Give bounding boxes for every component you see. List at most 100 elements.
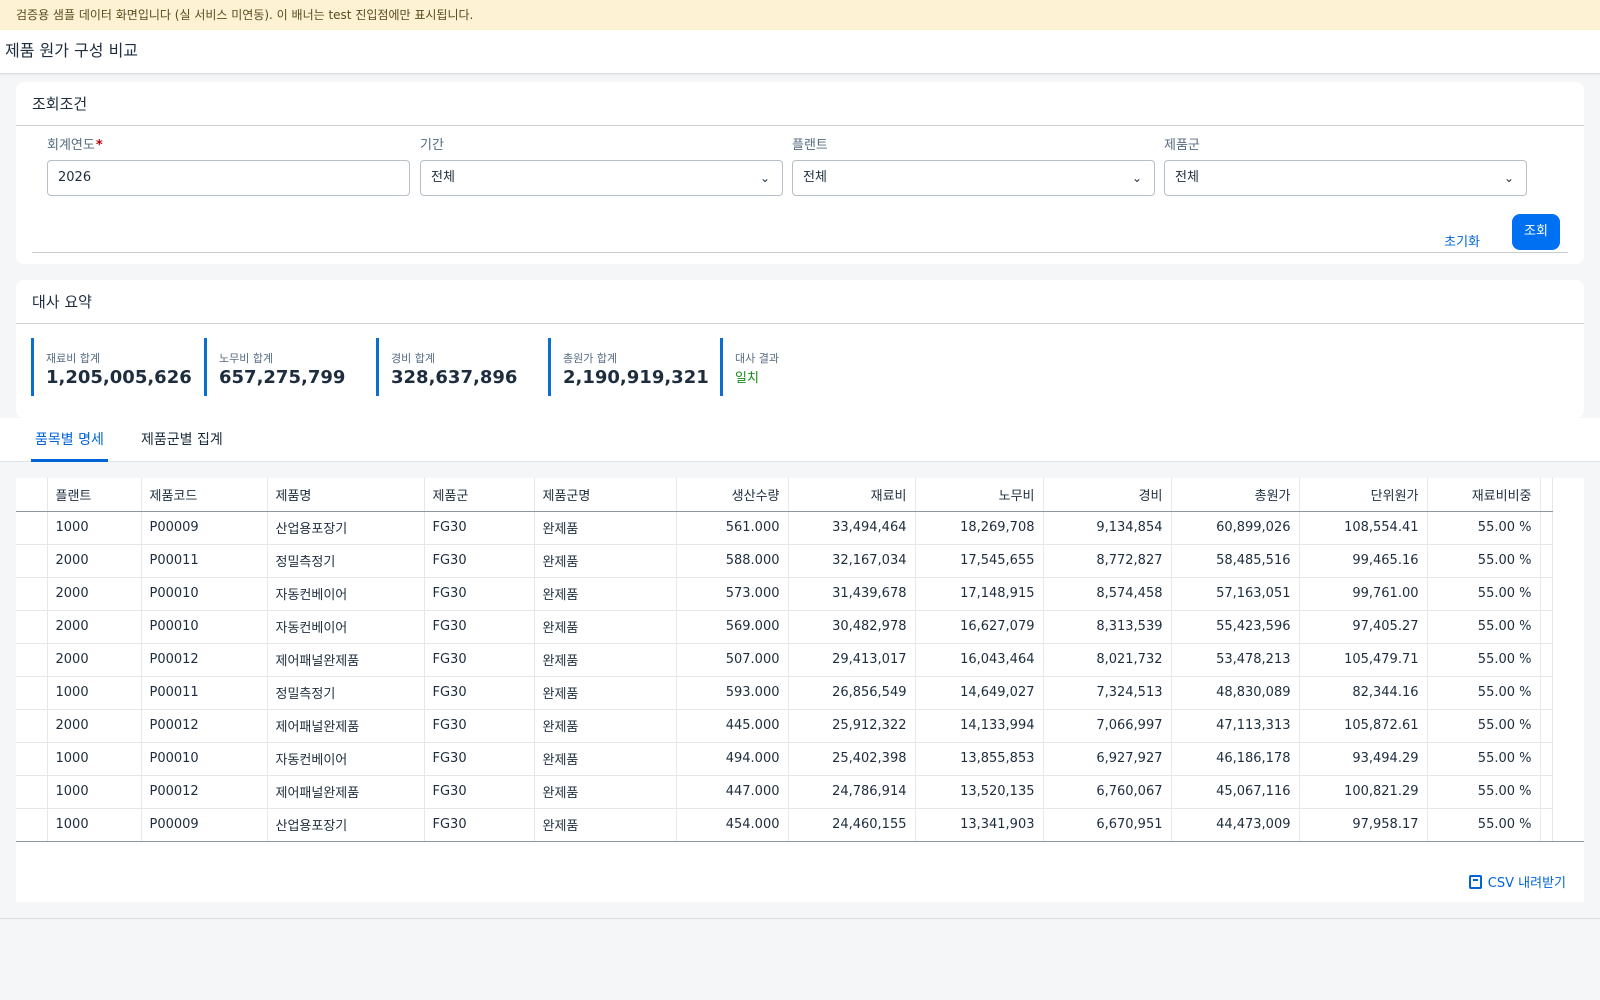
table-cell: 26,856,549 — [788, 676, 916, 710]
column-header[interactable]: 제품군명 — [534, 478, 677, 512]
column-header[interactable]: 제품명 — [267, 478, 425, 512]
scrollbar-gutter — [1540, 808, 1553, 842]
divider — [32, 252, 1568, 253]
table-row[interactable]: 1000 P00009 산업용포장기 FG30 완제품 561.000 33,494,464… — [16, 511, 1553, 545]
search-button[interactable]: 조회 — [1512, 214, 1560, 250]
table-cell: 완제품 — [534, 577, 677, 611]
plant-select[interactable]: 전체 ⌄ — [792, 160, 1155, 196]
table-cell: 593.000 — [676, 676, 789, 710]
column-header[interactable]: 제품코드 — [141, 478, 268, 512]
table-cell: FG30 — [424, 742, 535, 776]
table-cell: 588.000 — [676, 544, 789, 578]
table-cell: 13,520,135 — [915, 775, 1044, 809]
row-select-cell[interactable] — [16, 643, 48, 677]
export-icon — [1468, 875, 1482, 889]
table-cell: 자동컨베이어 — [267, 577, 425, 611]
table-row[interactable]: 1000 P00012 제어패널완제품 FG30 완제품 447.000 24,786,91… — [16, 775, 1553, 809]
column-header[interactable]: 재료비 — [788, 478, 916, 512]
table-cell: 산업용포장기 — [267, 808, 425, 842]
table-cell: 완제품 — [534, 808, 677, 842]
kpi-value: 657,275,799 — [219, 367, 346, 388]
table-row[interactable]: 2000 P00010 자동컨베이어 FG30 완제품 573.000 31,439,678… — [16, 577, 1553, 611]
table-cell: 24,786,914 — [788, 775, 916, 809]
column-header[interactable]: 플랜트 — [47, 478, 142, 512]
table-cell: 99,465.16 — [1299, 544, 1428, 578]
column-header[interactable]: 단위원가 — [1299, 478, 1428, 512]
table-row[interactable]: 1000 P00010 자동컨베이어 FG30 완제품 494.000 25,402,398… — [16, 742, 1553, 776]
summary-panel: 대사 요약 재료비 합계 1,205,005,626 노무비 합계 657,27… — [16, 280, 1584, 418]
table-cell: 1000 — [47, 808, 142, 842]
product-group-select[interactable]: 전체 ⌄ — [1164, 160, 1527, 196]
row-select-cell[interactable] — [16, 511, 48, 545]
chevron-down-icon: ⌄ — [1503, 171, 1514, 185]
table-body: 1000 P00009 산업용포장기 FG30 완제품 561.000 33,494,464… — [16, 511, 1553, 842]
column-header[interactable]: 생산수량 — [676, 478, 789, 512]
column-header[interactable]: 노무비 — [915, 478, 1044, 512]
table-cell: 7,066,997 — [1043, 709, 1172, 743]
divider — [0, 918, 1600, 919]
table-cell: 445.000 — [676, 709, 789, 743]
period-field: 기간 전체 ⌄ — [420, 134, 783, 196]
column-header[interactable]: 재료비비중 — [1427, 478, 1541, 512]
table-cell: 산업용포장기 — [267, 511, 425, 545]
column-header[interactable]: 제품군 — [424, 478, 535, 512]
table-row[interactable]: 2000 P00012 제어패널완제품 FG30 완제품 507.000 29,413,01… — [16, 643, 1553, 677]
scrollbar-gutter — [1540, 544, 1553, 578]
table-cell: 8,574,458 — [1043, 577, 1172, 611]
row-select-cell[interactable] — [16, 544, 48, 578]
table-cell: FG30 — [424, 643, 535, 677]
kpi-reconciliation-result: 대사 결과 일치 — [720, 338, 779, 396]
fiscal-year-input[interactable]: 2026 — [47, 160, 410, 196]
table-cell: P00010 — [141, 742, 268, 776]
table-cell: 97,405.27 — [1299, 610, 1428, 644]
product-group-label: 제품군 — [1164, 138, 1200, 153]
table-row[interactable]: 1000 P00009 산업용포장기 FG30 완제품 454.000 24,460,155… — [16, 808, 1553, 842]
plant-field: 플랜트 전체 ⌄ — [792, 134, 1155, 196]
row-select-cell[interactable] — [16, 709, 48, 743]
summary-panel-title: 대사 요약 — [16, 280, 1584, 324]
tab-group-summary[interactable]: 제품군별 집계 — [137, 418, 227, 462]
table-cell: 108,554.41 — [1299, 511, 1428, 545]
chevron-down-icon: ⌄ — [1131, 171, 1142, 185]
table-cell: 1000 — [47, 775, 142, 809]
table-cell: 완제품 — [534, 544, 677, 578]
table-row[interactable]: 2000 P00011 정밀측정기 FG30 완제품 588.000 32,167,034 1… — [16, 544, 1553, 578]
row-select-cell[interactable] — [16, 577, 48, 611]
row-select-cell[interactable] — [16, 775, 48, 809]
reset-button[interactable]: 초기화 — [1434, 226, 1490, 260]
table-cell: 45,067,116 — [1171, 775, 1300, 809]
plant-label: 플랜트 — [792, 138, 828, 153]
product-group-field: 제품군 전체 ⌄ — [1164, 134, 1527, 196]
page-title: 제품 원가 구성 비교 — [0, 30, 1600, 74]
table-cell: 46,186,178 — [1171, 742, 1300, 776]
kpi-labor-total: 노무비 합계 657,275,799 — [204, 338, 345, 396]
table-row[interactable]: 1000 P00011 정밀측정기 FG30 완제품 593.000 26,856,549 1… — [16, 676, 1553, 710]
table-cell: 447.000 — [676, 775, 789, 809]
tab-item-detail[interactable]: 품목별 명세 — [31, 418, 108, 462]
table-row[interactable]: 2000 P00012 제어패널완제품 FG30 완제품 445.000 25,912,32… — [16, 709, 1553, 743]
kpi-value: 2,190,919,321 — [563, 367, 709, 388]
row-select-cell[interactable] — [16, 808, 48, 842]
column-header[interactable]: 경비 — [1043, 478, 1172, 512]
table-cell: 제어패널완제품 — [267, 643, 425, 677]
test-banner: 검증용 샘플 데이터 화면입니다 (실 서비스 미연동). 이 배너는 test… — [0, 0, 1600, 30]
table-cell: 완제품 — [534, 676, 677, 710]
row-select-cell[interactable] — [16, 676, 48, 710]
cost-table-container: 플랜트 제품코드 제품명 제품군 제품군명 생산수량 재료비 노무비 경비 총원… — [16, 478, 1584, 902]
row-select-cell[interactable] — [16, 742, 48, 776]
table-cell: 55.00 % — [1427, 643, 1541, 677]
table-cell: FG30 — [424, 676, 535, 710]
table-cell: 60,899,026 — [1171, 511, 1300, 545]
kpi-label: 노무비 합계 — [219, 352, 274, 365]
table-cell: 정밀측정기 — [267, 676, 425, 710]
csv-download-button[interactable]: CSV 내려받기 — [1468, 872, 1566, 891]
column-header[interactable]: 총원가 — [1171, 478, 1300, 512]
period-select[interactable]: 전체 ⌄ — [420, 160, 783, 196]
table-cell: P00010 — [141, 577, 268, 611]
table-row[interactable]: 2000 P00010 자동컨베이어 FG30 완제품 569.000 30,482,978… — [16, 610, 1553, 644]
scrollbar-gutter — [1540, 775, 1553, 809]
kpi-value: 1,205,005,626 — [46, 367, 192, 388]
row-select-cell[interactable] — [16, 610, 48, 644]
table-cell: 25,402,398 — [788, 742, 916, 776]
table-cell: 1000 — [47, 676, 142, 710]
